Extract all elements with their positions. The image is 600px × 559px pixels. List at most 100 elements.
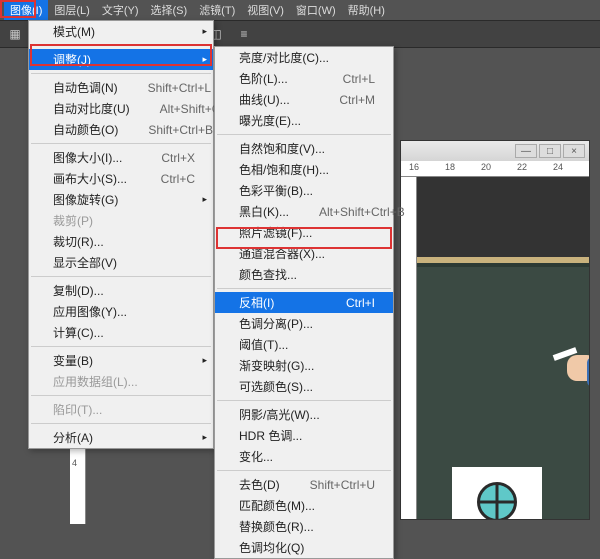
menu-layer[interactable]: 图层(L): [48, 0, 95, 20]
canvas[interactable]: [417, 177, 589, 519]
label: 色相/饱和度(H)...: [239, 161, 329, 178]
menu-separator: [217, 400, 391, 401]
hand-palm: [567, 355, 589, 381]
menu-separator: [217, 134, 391, 135]
close-button[interactable]: ×: [563, 144, 585, 158]
menu-item-threshold[interactable]: 阈值(T)...: [215, 334, 393, 355]
label: 曝光度(E)...: [239, 112, 301, 129]
menu-item-curves[interactable]: 曲线(U)...Ctrl+M: [215, 89, 393, 110]
submenu-arrow-icon: ▸: [202, 355, 207, 366]
menu-filter[interactable]: 滤镜(T): [193, 0, 241, 20]
menu-item-analysis[interactable]: 分析(A) ▸: [29, 427, 213, 448]
label: 裁切(R)...: [53, 233, 104, 250]
menu-separator: [31, 73, 211, 74]
paper-sketch: [452, 467, 542, 519]
submenu-arrow-icon: ▸: [202, 26, 207, 37]
ruler-horizontal: 16 18 20 22 24: [401, 161, 589, 177]
menu-item-auto-contrast[interactable]: 自动对比度(U)Alt+Shift+Ctrl+L: [29, 98, 213, 119]
ruler-tick: 16: [409, 162, 419, 172]
menu-item-match-color[interactable]: 匹配颜色(M)...: [215, 495, 393, 516]
menu-item-gradient-map[interactable]: 渐变映射(G)...: [215, 355, 393, 376]
menu-item-levels[interactable]: 色阶(L)...Ctrl+L: [215, 68, 393, 89]
label: 颜色查找...: [239, 266, 297, 283]
menu-item-image-rotation[interactable]: 图像旋转(G)▸: [29, 189, 213, 210]
adjustments-submenu: 亮度/对比度(C)... 色阶(L)...Ctrl+L 曲线(U)...Ctrl…: [214, 46, 394, 559]
menu-item-trap: 陷印(T)...: [29, 399, 213, 420]
menu-select[interactable]: 选择(S): [145, 0, 194, 20]
menu-item-auto-tone[interactable]: 自动色调(N)Shift+Ctrl+L: [29, 77, 213, 98]
menu-item-shadows[interactable]: 阴影/高光(W)...: [215, 404, 393, 425]
maximize-button[interactable]: □: [539, 144, 561, 158]
menu-item-vibrance[interactable]: 自然饱和度(V)...: [215, 138, 393, 159]
label: 替换颜色(R)...: [239, 518, 314, 535]
label: 反相(I): [239, 294, 274, 311]
minimize-button[interactable]: —: [515, 144, 537, 158]
menu-item-equalize[interactable]: 色调均化(Q): [215, 537, 393, 558]
label: 黑白(K)...: [239, 203, 289, 220]
menu-item-image-size[interactable]: 图像大小(I)...Ctrl+X: [29, 147, 213, 168]
menu-item-hdr[interactable]: HDR 色调...: [215, 425, 393, 446]
menu-separator: [31, 346, 211, 347]
menu-item-exposure[interactable]: 曝光度(E)...: [215, 110, 393, 131]
menu-help[interactable]: 帮助(H): [342, 0, 391, 20]
menu-item-posterize[interactable]: 色调分离(P)...: [215, 313, 393, 334]
label: 复制(D)...: [53, 282, 104, 299]
label: 去色(D): [239, 476, 280, 493]
label: 模式(M): [53, 23, 95, 40]
tool-preset-icon[interactable]: ▦: [6, 25, 24, 43]
menu-item-reveal-all[interactable]: 显示全部(V): [29, 252, 213, 273]
menu-item-color-lookup[interactable]: 颜色查找...: [215, 264, 393, 285]
menu-item-desaturate[interactable]: 去色(D)Shift+Ctrl+U: [215, 474, 393, 495]
menu-item-duplicate[interactable]: 复制(D)...: [29, 280, 213, 301]
menu-item-photo-filter[interactable]: 照片滤镜(F)...: [215, 222, 393, 243]
submenu-arrow-icon: ▸: [202, 432, 207, 443]
label: 色调均化(Q): [239, 539, 304, 556]
menu-text[interactable]: 文字(Y): [96, 0, 145, 20]
label: 裁剪(P): [53, 212, 93, 229]
label: 变化...: [239, 448, 273, 465]
label: 阈值(T)...: [239, 336, 288, 353]
menu-item-canvas-size[interactable]: 画布大小(S)...Ctrl+C: [29, 168, 213, 189]
menu-separator: [217, 288, 391, 289]
menu-item-hue-sat[interactable]: 色相/饱和度(H)...: [215, 159, 393, 180]
menu-item-channel-mixer[interactable]: 通道混合器(X)...: [215, 243, 393, 264]
menu-item-adjustments[interactable]: 调整(J)▸: [29, 49, 213, 70]
ruler-tick: 18: [445, 162, 455, 172]
shortcut: Ctrl+M: [339, 93, 375, 107]
label: 自动色调(N): [53, 79, 118, 96]
menu-item-trim[interactable]: 裁切(R)...: [29, 231, 213, 252]
menu-item-black-white[interactable]: 黑白(K)...Alt+Shift+Ctrl+B: [215, 201, 393, 222]
menu-item-brightness[interactable]: 亮度/对比度(C)...: [215, 47, 393, 68]
submenu-arrow-icon: ▸: [202, 194, 207, 205]
menu-window[interactable]: 窗口(W): [290, 0, 342, 20]
menubar: 图像(I) 图层(L) 文字(Y) 选择(S) 滤镜(T) 视图(V) 窗口(W…: [0, 0, 600, 20]
label: 计算(C)...: [53, 324, 104, 341]
menu-item-calculations[interactable]: 计算(C)...: [29, 322, 213, 343]
hand-drawing: [557, 347, 589, 397]
menu-item-replace-color[interactable]: 替换颜色(R)...: [215, 516, 393, 537]
ruler-tick: 20: [481, 162, 491, 172]
label: 自然饱和度(V)...: [239, 140, 325, 157]
menu-item-apply-image[interactable]: 应用图像(Y)...: [29, 301, 213, 322]
label: 色调分离(P)...: [239, 315, 313, 332]
menu-item-variations[interactable]: 变化...: [215, 446, 393, 467]
label: 应用图像(Y)...: [53, 303, 127, 320]
menu-item-auto-color[interactable]: 自动颜色(O) Shift+Ctrl+B: [29, 119, 213, 140]
menu-item-color-balance[interactable]: 色彩平衡(B)...: [215, 180, 393, 201]
label: 显示全部(V): [53, 254, 117, 271]
flow-icon[interactable]: ≡: [235, 25, 253, 43]
window-titlebar: — □ ×: [401, 141, 589, 161]
menu-image[interactable]: 图像(I): [4, 0, 48, 20]
shortcut: Ctrl+I: [346, 296, 375, 310]
menu-view[interactable]: 视图(V): [241, 0, 290, 20]
menu-item-variables[interactable]: 变量(B)▸: [29, 350, 213, 371]
label: 自动颜色(O): [53, 121, 118, 138]
shortcut: Shift+Ctrl+B: [148, 123, 213, 137]
label: 自动对比度(U): [53, 100, 130, 117]
basketball-icon: [477, 482, 517, 519]
menu-separator: [217, 470, 391, 471]
menu-item-mode[interactable]: 模式(M) ▸: [29, 21, 213, 42]
menu-item-selective-color[interactable]: 可选颜色(S)...: [215, 376, 393, 397]
label: 分析(A): [53, 429, 93, 446]
menu-item-invert[interactable]: 反相(I) Ctrl+I: [215, 292, 393, 313]
